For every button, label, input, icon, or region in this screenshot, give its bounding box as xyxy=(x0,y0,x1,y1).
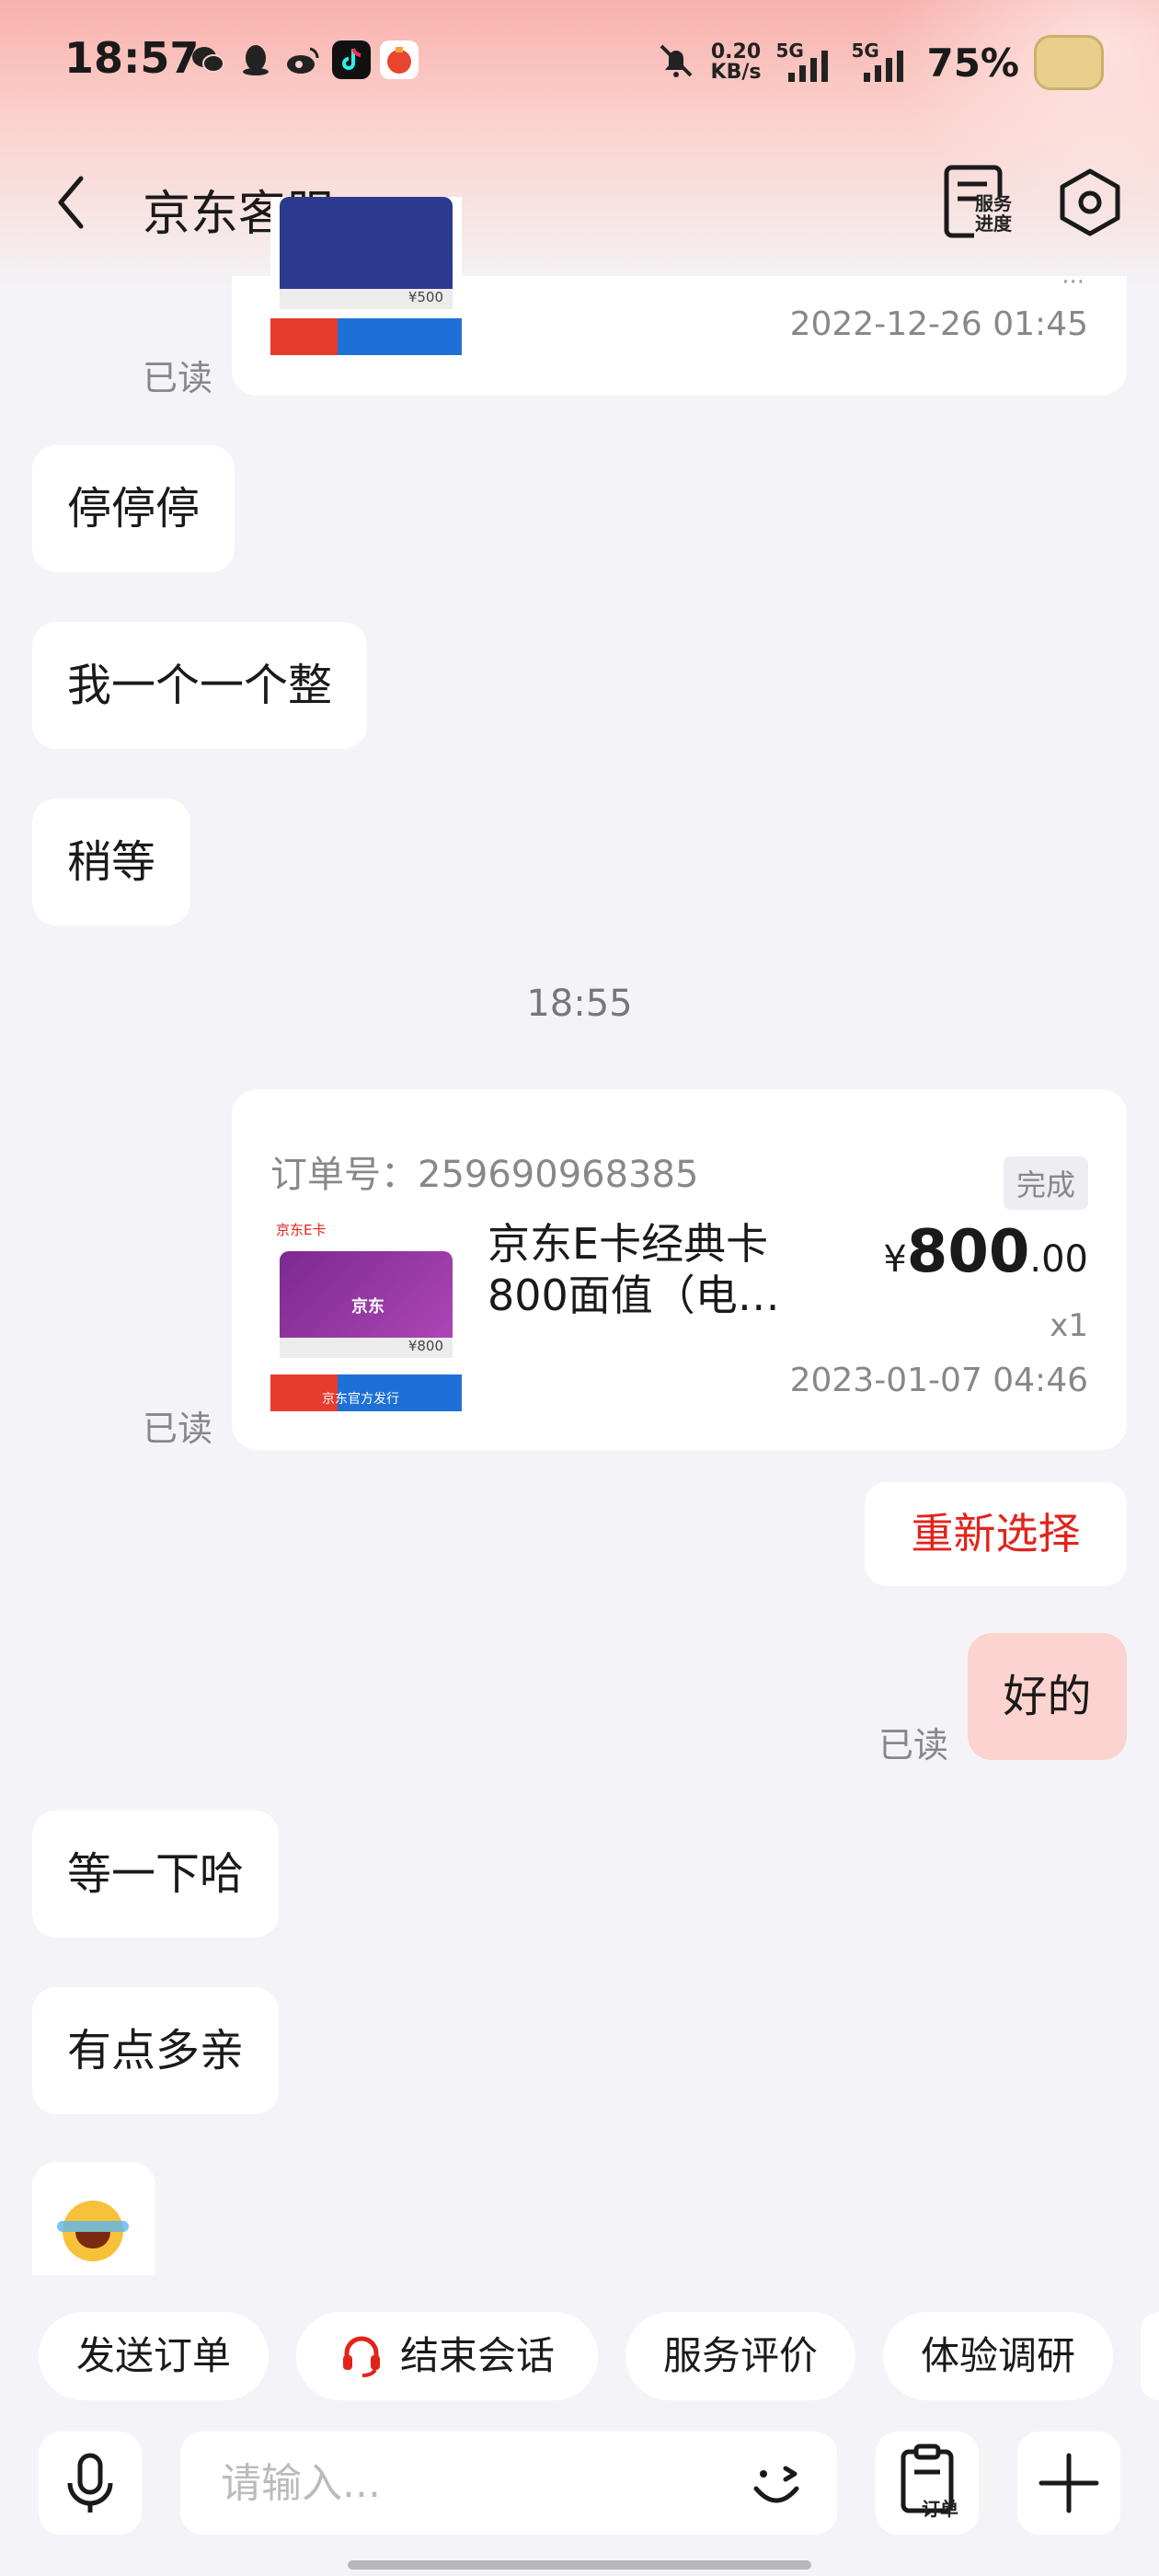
home-indicator[interactable] xyxy=(348,2560,811,2570)
end-session-chip[interactable]: 结束会话 xyxy=(296,2312,598,2400)
order-button-label: 订单 xyxy=(922,2498,958,2520)
quick-actions: 发送订单 结束会话 服务评价 体验调研 xyxy=(0,2312,1159,2400)
reselect-button[interactable]: 重新选择 xyxy=(865,1482,1127,1586)
agent-emoji-message xyxy=(32,2162,155,2277)
settings-hexagon-icon xyxy=(1060,168,1120,236)
user-message: 好的 xyxy=(968,1633,1127,1760)
avatar[interactable] xyxy=(1034,35,1104,90)
plus-icon xyxy=(1039,2453,1099,2513)
tiktok-icon xyxy=(332,40,371,79)
settings-button[interactable] xyxy=(1055,166,1125,239)
order-number: 订单号：259690968385 xyxy=(270,1154,699,1196)
battery-level: 75% xyxy=(926,40,1019,86)
service-rating-chip[interactable]: 服务评价 xyxy=(625,2312,855,2400)
product-name: 京东E卡经典卡800面值（电… xyxy=(488,1219,780,1320)
agent-message: 稍等 xyxy=(32,799,191,926)
signal-sim1: 5G xyxy=(775,40,836,82)
agent-message: 有点多亲 xyxy=(32,1987,280,2114)
service-progress-label: 服务进度 xyxy=(975,192,1012,235)
order-date: 2022-12-26 01:45 xyxy=(789,305,1088,343)
read-status: 已读 xyxy=(143,358,213,398)
net-speed: 0.20 KB/s xyxy=(710,40,762,84)
notification-icons xyxy=(189,40,419,79)
headset-icon xyxy=(342,2336,380,2377)
product-price: ¥800.00 xyxy=(883,1218,1088,1286)
status-badge: 完成 xyxy=(1003,1156,1088,1210)
order-date: 2023-01-07 04:46 xyxy=(789,1362,1088,1399)
wechat-icon xyxy=(189,40,227,79)
app-icon xyxy=(380,40,419,79)
time-separator: 18:55 xyxy=(526,983,633,1025)
qq-icon xyxy=(236,40,275,79)
send-order-chip[interactable]: 发送订单 xyxy=(39,2312,269,2400)
voice-button[interactable] xyxy=(39,2432,142,2535)
product-quantity: x1 xyxy=(1050,1307,1088,1344)
bottom-panel: 发送订单 结束会话 服务评价 体验调研 请输入... 订单 xyxy=(0,2275,1159,2576)
product-thumbnail: ¥500 xyxy=(270,197,462,355)
microphone-icon xyxy=(67,2453,113,2513)
agent-message: 停停停 xyxy=(32,445,235,572)
agent-message: 等一下哈 xyxy=(32,1811,280,1938)
more-options-button[interactable] xyxy=(1017,2432,1120,2535)
back-button[interactable] xyxy=(48,167,103,237)
status-bar: 18:57 0.20 KB/s 5G 5G 75% xyxy=(0,0,1159,124)
order-button[interactable]: 订单 xyxy=(876,2432,979,2535)
weibo-icon xyxy=(284,40,323,79)
read-status: 已读 xyxy=(143,1409,213,1449)
emoji-button[interactable] xyxy=(745,2452,809,2516)
read-status: 已读 xyxy=(878,1725,949,1765)
message-input-box[interactable] xyxy=(180,2432,837,2535)
agent-message: 我一个一个整 xyxy=(32,622,368,749)
experience-survey-chip[interactable]: 体验调研 xyxy=(883,2312,1113,2400)
status-time: 18:57 xyxy=(64,33,200,83)
message-input[interactable] xyxy=(221,2455,717,2511)
status-right: 0.20 KB/s 5G 5G 75% xyxy=(656,35,1104,90)
wink-face-icon xyxy=(753,2466,799,2503)
more-dots: ··· xyxy=(1061,269,1084,296)
chevron-left-icon xyxy=(58,176,84,229)
mute-icon xyxy=(656,40,696,85)
signal-sim2: 5G xyxy=(851,40,912,82)
more-chip[interactable] xyxy=(1141,2312,1159,2400)
order-card-previous[interactable]: ¥500 ··· 2022-12-26 01:45 xyxy=(232,197,1127,396)
input-row: 订单 xyxy=(0,2432,1159,2542)
laughing-crying-emoji-icon xyxy=(57,2201,129,2261)
product-thumbnail: 京东E卡 京东 ¥800 京东官方发行 xyxy=(270,1218,462,1411)
chat-header: 京东客服 服务进度 xyxy=(0,147,1159,258)
order-card[interactable]: 订单号：259690968385 完成 京东E卡 京东 ¥800 京东官方发行 … xyxy=(232,1089,1127,1450)
